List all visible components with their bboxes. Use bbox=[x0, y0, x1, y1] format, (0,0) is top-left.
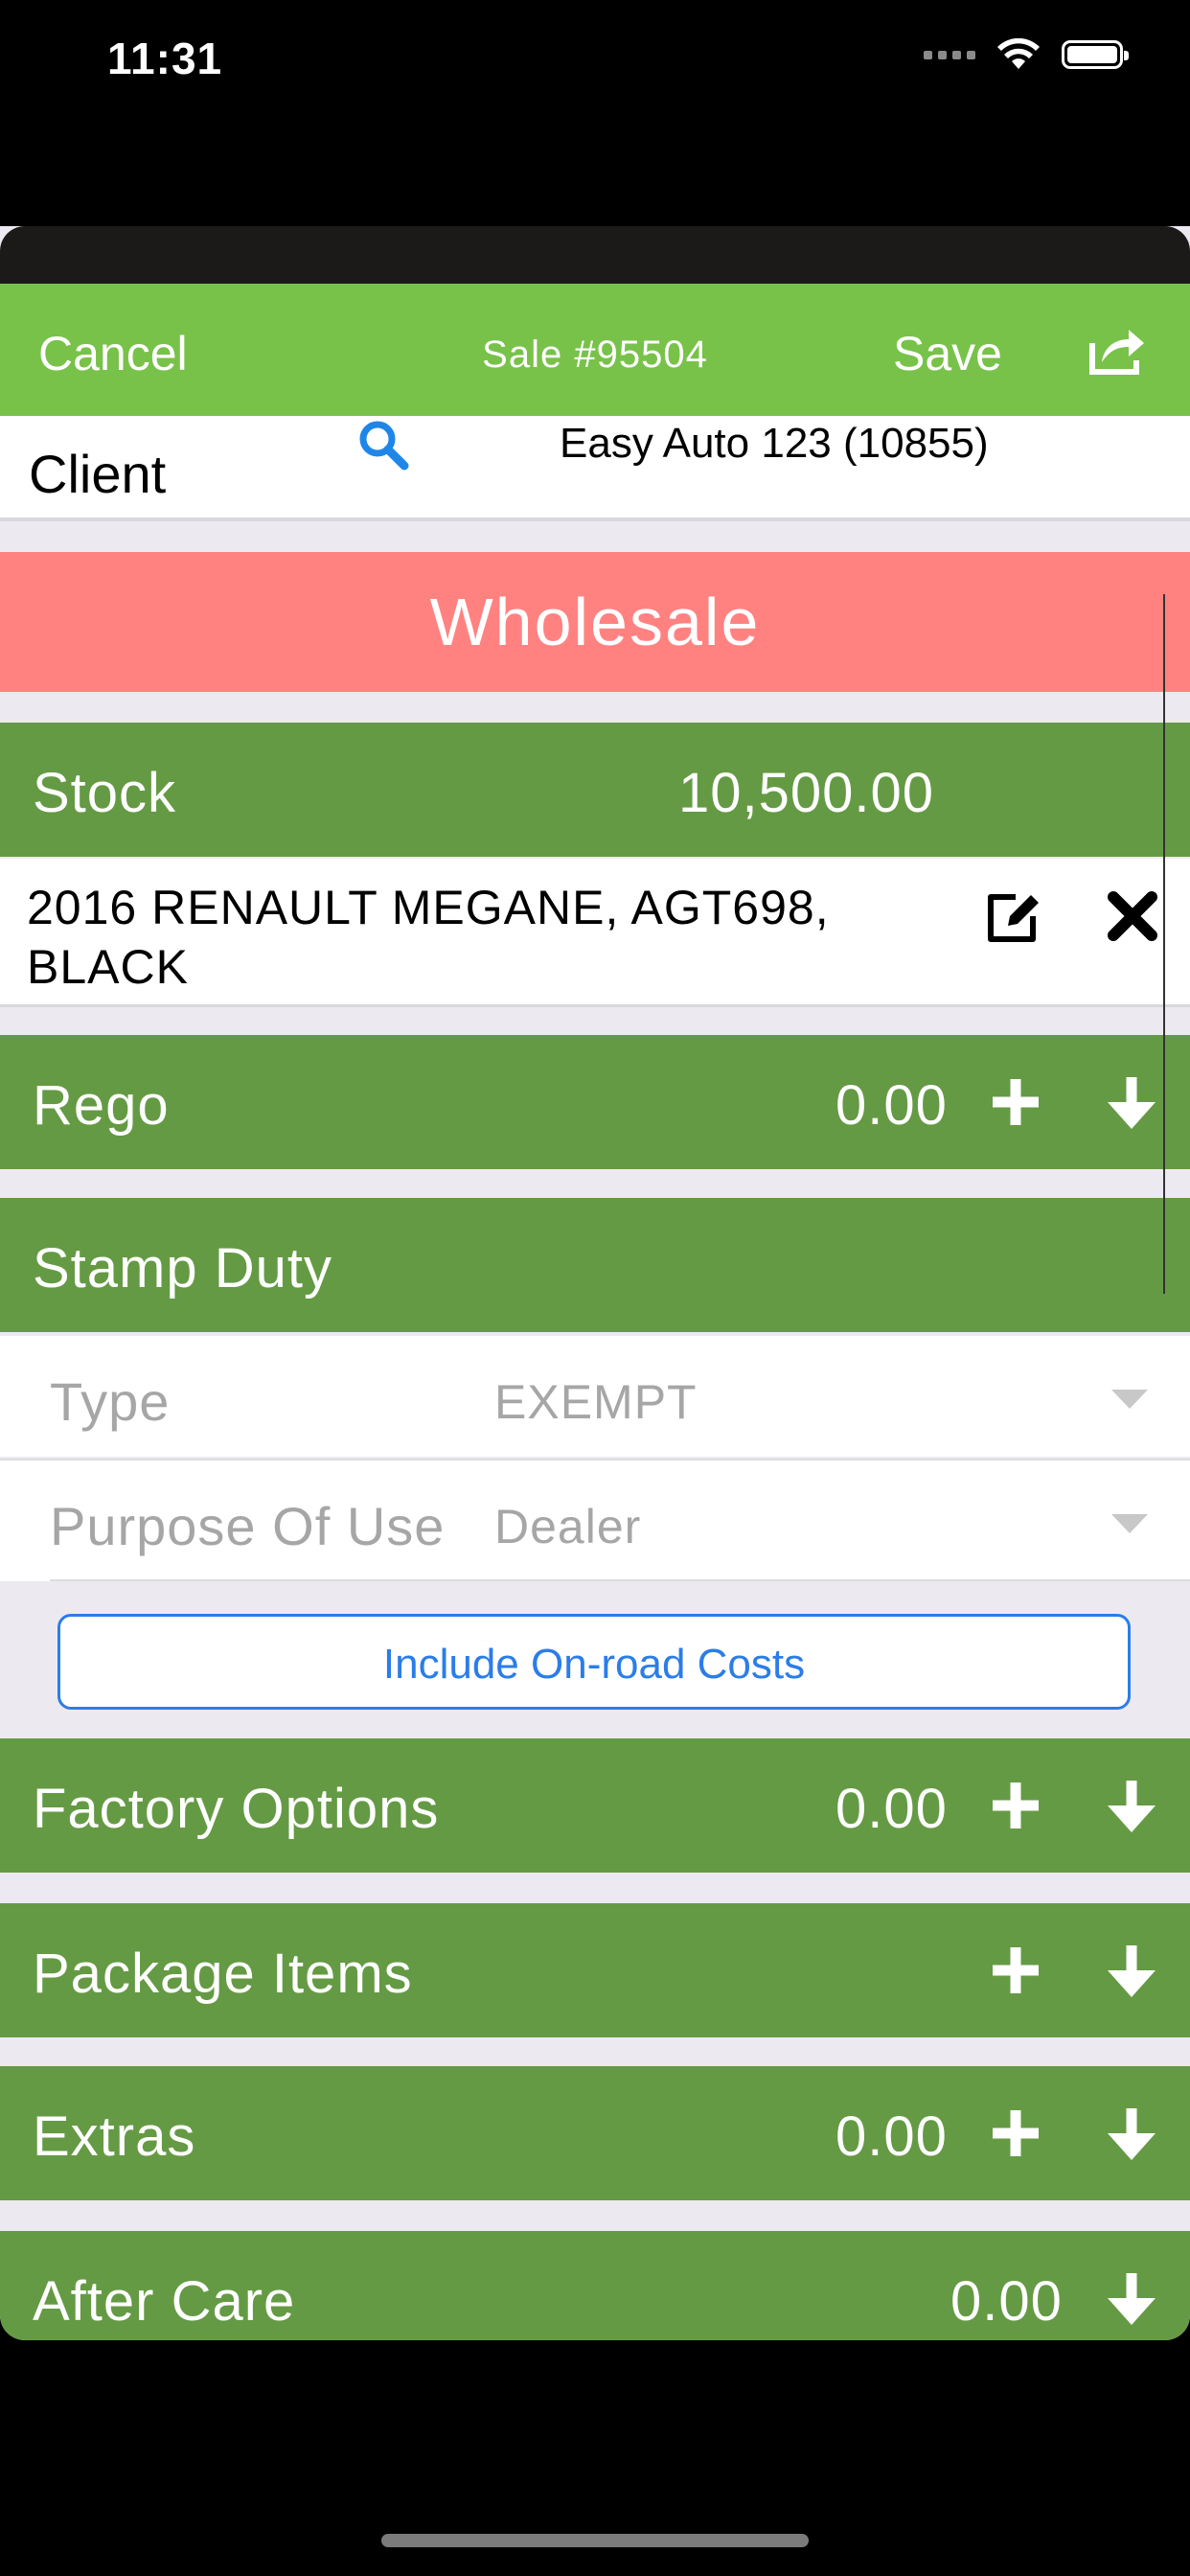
extras-value: 0.00 bbox=[835, 2105, 948, 2168]
package-items-section-header: Package Items bbox=[0, 1903, 1190, 2037]
search-icon[interactable] bbox=[356, 418, 410, 472]
arrow-down-icon[interactable] bbox=[1102, 1942, 1161, 2001]
client-value: Easy Auto 123 (10855) bbox=[560, 420, 989, 467]
page-title: Sale #95504 bbox=[482, 334, 708, 376]
battery-icon bbox=[1062, 40, 1129, 69]
after-care-label: After Care bbox=[33, 2270, 296, 2333]
client-label: Client bbox=[29, 444, 167, 504]
purpose-label: Purpose Of Use bbox=[50, 1496, 446, 1556]
arrow-down-icon[interactable] bbox=[1102, 1073, 1161, 1133]
stock-value: 10,500.00 bbox=[678, 762, 935, 824]
stock-vehicle-text: 2016 RENAULT MEGANE, AGT698, BLACK bbox=[27, 881, 830, 994]
save-button[interactable]: Save bbox=[893, 326, 1002, 381]
caret-down-icon bbox=[1111, 1390, 1148, 1409]
rego-value: 0.00 bbox=[835, 1074, 948, 1137]
extras-section-header: Extras 0.00 bbox=[0, 2066, 1190, 2200]
arrow-down-icon[interactable] bbox=[1102, 2104, 1161, 2164]
type-label: Type bbox=[50, 1371, 171, 1432]
arrow-down-icon[interactable] bbox=[1102, 2269, 1161, 2329]
stock-section-header: Stock 10,500.00 bbox=[0, 723, 1190, 857]
sheet-top-strip bbox=[0, 226, 1190, 284]
status-icons bbox=[924, 38, 1129, 71]
status-time: 11:31 bbox=[107, 34, 223, 83]
arrow-down-icon[interactable] bbox=[1102, 1777, 1161, 1836]
type-select[interactable]: Type EXEMPT bbox=[0, 1336, 1190, 1457]
scroll-indicator[interactable] bbox=[1163, 594, 1165, 1294]
extras-label: Extras bbox=[33, 2105, 196, 2168]
purpose-value: Dealer bbox=[494, 1500, 642, 1553]
factory-options-section-header: Factory Options 0.00 bbox=[0, 1738, 1190, 1873]
rego-label: Rego bbox=[33, 1074, 170, 1137]
caret-down-icon bbox=[1111, 1514, 1148, 1533]
after-care-section-header: After Care 0.00 bbox=[0, 2231, 1190, 2340]
include-onroad-costs-button[interactable]: Include On-road Costs bbox=[57, 1614, 1131, 1710]
purpose-select[interactable]: Purpose Of Use Dealer bbox=[0, 1460, 1190, 1581]
share-icon[interactable] bbox=[1088, 322, 1146, 376]
divider bbox=[50, 1579, 1190, 1581]
stock-label: Stock bbox=[33, 762, 177, 824]
stamp-duty-section-header: Stamp Duty bbox=[0, 1198, 1190, 1332]
remove-icon[interactable] bbox=[1106, 889, 1159, 943]
signal-icon bbox=[924, 50, 975, 59]
add-icon[interactable] bbox=[989, 2106, 1042, 2160]
notch bbox=[293, 0, 897, 82]
rego-section-header: Rego 0.00 bbox=[0, 1035, 1190, 1169]
stamp-duty-label: Stamp Duty bbox=[33, 1237, 332, 1300]
factory-options-label: Factory Options bbox=[33, 1778, 440, 1840]
add-icon[interactable] bbox=[989, 1944, 1042, 1997]
wifi-icon bbox=[997, 38, 1040, 69]
factory-options-value: 0.00 bbox=[835, 1778, 948, 1840]
add-icon[interactable] bbox=[989, 1075, 1042, 1129]
home-indicator[interactable] bbox=[381, 2534, 809, 2547]
add-icon[interactable] bbox=[989, 1779, 1042, 1832]
after-care-value: 0.00 bbox=[950, 2270, 1063, 2333]
navigation-bar: Cancel Sale #95504 Save bbox=[0, 284, 1190, 416]
package-items-label: Package Items bbox=[33, 1943, 413, 2005]
edit-icon[interactable] bbox=[983, 887, 1042, 947]
type-value: EXEMPT bbox=[494, 1375, 698, 1429]
sale-type-banner[interactable]: Wholesale bbox=[0, 552, 1190, 692]
